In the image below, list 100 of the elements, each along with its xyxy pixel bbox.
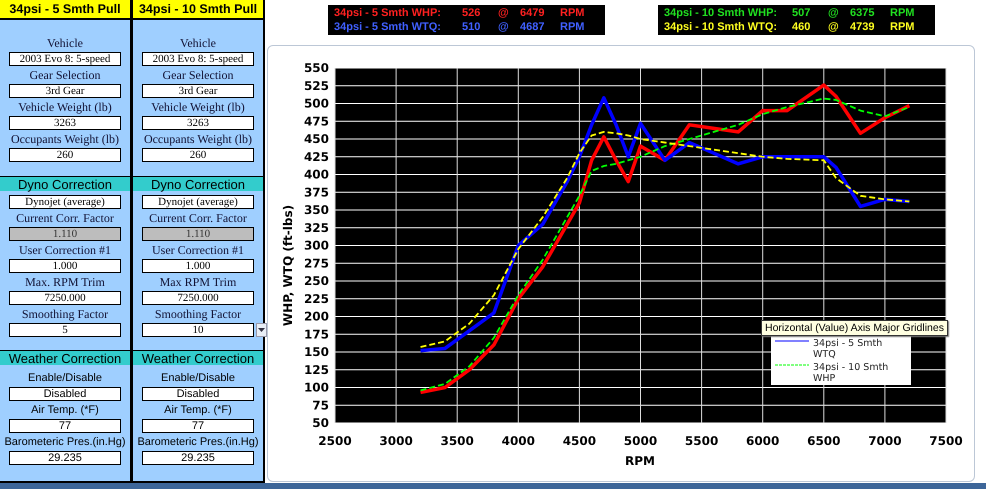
readout-unit: RPM bbox=[560, 6, 586, 20]
value-field[interactable]: 29.235 bbox=[142, 451, 254, 465]
y-tick-label: 550 bbox=[304, 61, 329, 75]
section-header: Weather Correction bbox=[133, 350, 263, 365]
field-label: Air Temp. (*F) bbox=[31, 403, 99, 418]
x-tick-label: 3500 bbox=[440, 434, 474, 448]
readout-at: @ bbox=[828, 6, 840, 20]
value-field[interactable]: 260 bbox=[9, 148, 121, 162]
readout-value: 460 bbox=[792, 20, 812, 34]
x-tick-label: 2500 bbox=[318, 434, 352, 448]
y-tick-label: 300 bbox=[304, 238, 329, 252]
field-label: Max. RPM Trim bbox=[25, 274, 105, 291]
value-field[interactable]: 3263 bbox=[9, 116, 121, 130]
readout-label: 34psi - 10 Smth WHP: bbox=[664, 6, 778, 20]
y-tick-label: 200 bbox=[304, 310, 329, 324]
value-field[interactable]: Dynojet (average) bbox=[142, 195, 254, 209]
y-tick-label: 400 bbox=[304, 168, 329, 182]
field-label: Current Corr. Factor bbox=[16, 210, 114, 227]
value-field[interactable]: 10 bbox=[142, 323, 254, 337]
section-header: Weather Correction bbox=[0, 350, 130, 365]
readout-rpm: 4687 bbox=[520, 20, 546, 34]
field-label: Gear Selection bbox=[162, 67, 234, 84]
field-label: Gear Selection bbox=[30, 67, 100, 84]
section-header: Dyno Correction bbox=[0, 176, 130, 191]
value-field[interactable]: 7250.000 bbox=[142, 291, 254, 305]
y-tick-label: 450 bbox=[304, 132, 329, 146]
y-tick-label: 525 bbox=[304, 78, 329, 93]
field-label: Enable/Disable bbox=[28, 371, 102, 386]
value-field[interactable]: 1.000 bbox=[142, 259, 254, 273]
readout-at: @ bbox=[498, 6, 510, 20]
x-tick-label: 5000 bbox=[624, 434, 658, 448]
field-label: Max RPM Trim bbox=[160, 274, 236, 291]
value-field: 1.110 bbox=[9, 227, 121, 241]
readout-value: 526 bbox=[462, 6, 482, 20]
value-field[interactable]: Dynojet (average) bbox=[9, 195, 121, 209]
x-tick-label: 6000 bbox=[746, 434, 780, 448]
x-tick-label: 7500 bbox=[929, 434, 963, 448]
y-tick-label: 350 bbox=[304, 203, 329, 217]
field-label: Barometeric Pres.(in.Hg) bbox=[137, 435, 259, 450]
value-field[interactable]: 77 bbox=[142, 419, 254, 433]
field-label: Smoothing Factor bbox=[22, 306, 108, 323]
field-label: Vehicle Weight (lb) bbox=[151, 99, 245, 116]
legend-label: 34psi - 10 Smth WHP bbox=[813, 362, 890, 384]
value-field[interactable]: Disabled bbox=[9, 387, 121, 401]
field-label: User Correction #1 bbox=[19, 242, 111, 259]
value-field[interactable]: 3rd Gear bbox=[142, 84, 254, 98]
panel-title: 34psi - 10 Smth Pull bbox=[133, 0, 263, 20]
readout-rpm: 6479 bbox=[520, 6, 546, 20]
y-tick-label: 100 bbox=[304, 380, 329, 394]
field-label: Current Corr. Factor bbox=[149, 210, 247, 227]
x-tick-label: 4000 bbox=[502, 434, 535, 448]
value-field[interactable]: 77 bbox=[9, 419, 121, 433]
y-tick-label: 275 bbox=[304, 256, 329, 270]
value-field[interactable]: 7250.000 bbox=[9, 291, 121, 305]
y-tick-label: 250 bbox=[304, 274, 329, 288]
field-label: Enable/Disable bbox=[161, 371, 235, 386]
y-tick-label: 225 bbox=[304, 292, 329, 306]
readout-label: 34psi - 10 Smth WTQ: bbox=[664, 20, 778, 34]
value-field[interactable]: 3263 bbox=[142, 116, 254, 130]
value-field[interactable]: 2003 Evo 8: 5-speed bbox=[142, 52, 254, 66]
value-field[interactable]: 2003 Evo 8: 5-speed bbox=[9, 52, 121, 66]
y-axis-title: WHP, WTQ (ft-lbs) bbox=[281, 204, 295, 326]
readout-value: 507 bbox=[792, 6, 812, 20]
field-label: Occupants Weight (lb) bbox=[10, 131, 120, 148]
readout-value: 510 bbox=[462, 20, 482, 34]
y-tick-label: 150 bbox=[304, 345, 329, 359]
value-field[interactable]: 260 bbox=[142, 148, 254, 162]
x-tick-label: 5500 bbox=[684, 434, 718, 448]
field-label: Vehicle Weight (lb) bbox=[18, 99, 112, 116]
field-label: Vehicle bbox=[47, 35, 83, 52]
value-field[interactable]: Disabled bbox=[142, 387, 254, 401]
value-field[interactable]: 1.000 bbox=[9, 259, 121, 273]
tooltip: Horizontal (Value) Axis Major Gridlines bbox=[761, 320, 948, 336]
value-field[interactable]: 29.235 bbox=[9, 451, 121, 465]
x-tick-label: 3000 bbox=[379, 434, 413, 448]
panel-title: 34psi - 5 Smth Pull bbox=[0, 0, 130, 20]
x-axis-title: RPM bbox=[625, 454, 655, 468]
y-tick-label: 75 bbox=[312, 398, 329, 412]
readout-unit: RPM bbox=[560, 20, 586, 34]
y-tick-label: 500 bbox=[304, 96, 329, 110]
readout-label: 34psi - 5 Smth WHP: bbox=[334, 6, 442, 20]
field-label: User Correction #1 bbox=[152, 242, 244, 259]
value-field: 1.110 bbox=[142, 227, 254, 241]
legend-label: 34psi - 5 Smth WTQ bbox=[813, 338, 884, 360]
y-tick-label: 475 bbox=[304, 114, 329, 128]
x-tick-label: 6500 bbox=[807, 434, 840, 448]
y-tick-label: 125 bbox=[304, 362, 329, 377]
x-tick-label: 7000 bbox=[868, 434, 902, 448]
field-label: Vehicle bbox=[180, 35, 216, 52]
y-tick-label: 325 bbox=[304, 220, 329, 235]
y-tick-label: 175 bbox=[304, 327, 329, 342]
field-label: Occupants Weight (lb) bbox=[144, 131, 252, 148]
value-field[interactable]: 3rd Gear bbox=[9, 84, 121, 98]
readout-unit: RPM bbox=[890, 6, 916, 20]
value-field[interactable]: 5 bbox=[9, 323, 121, 337]
y-tick-label: 375 bbox=[304, 185, 329, 200]
field-label: Smoothing Factor bbox=[154, 306, 242, 323]
x-tick-label: 4500 bbox=[562, 434, 596, 448]
readout-label: 34psi - 5 Smth WTQ: bbox=[334, 20, 442, 34]
readout-at: @ bbox=[498, 20, 510, 34]
